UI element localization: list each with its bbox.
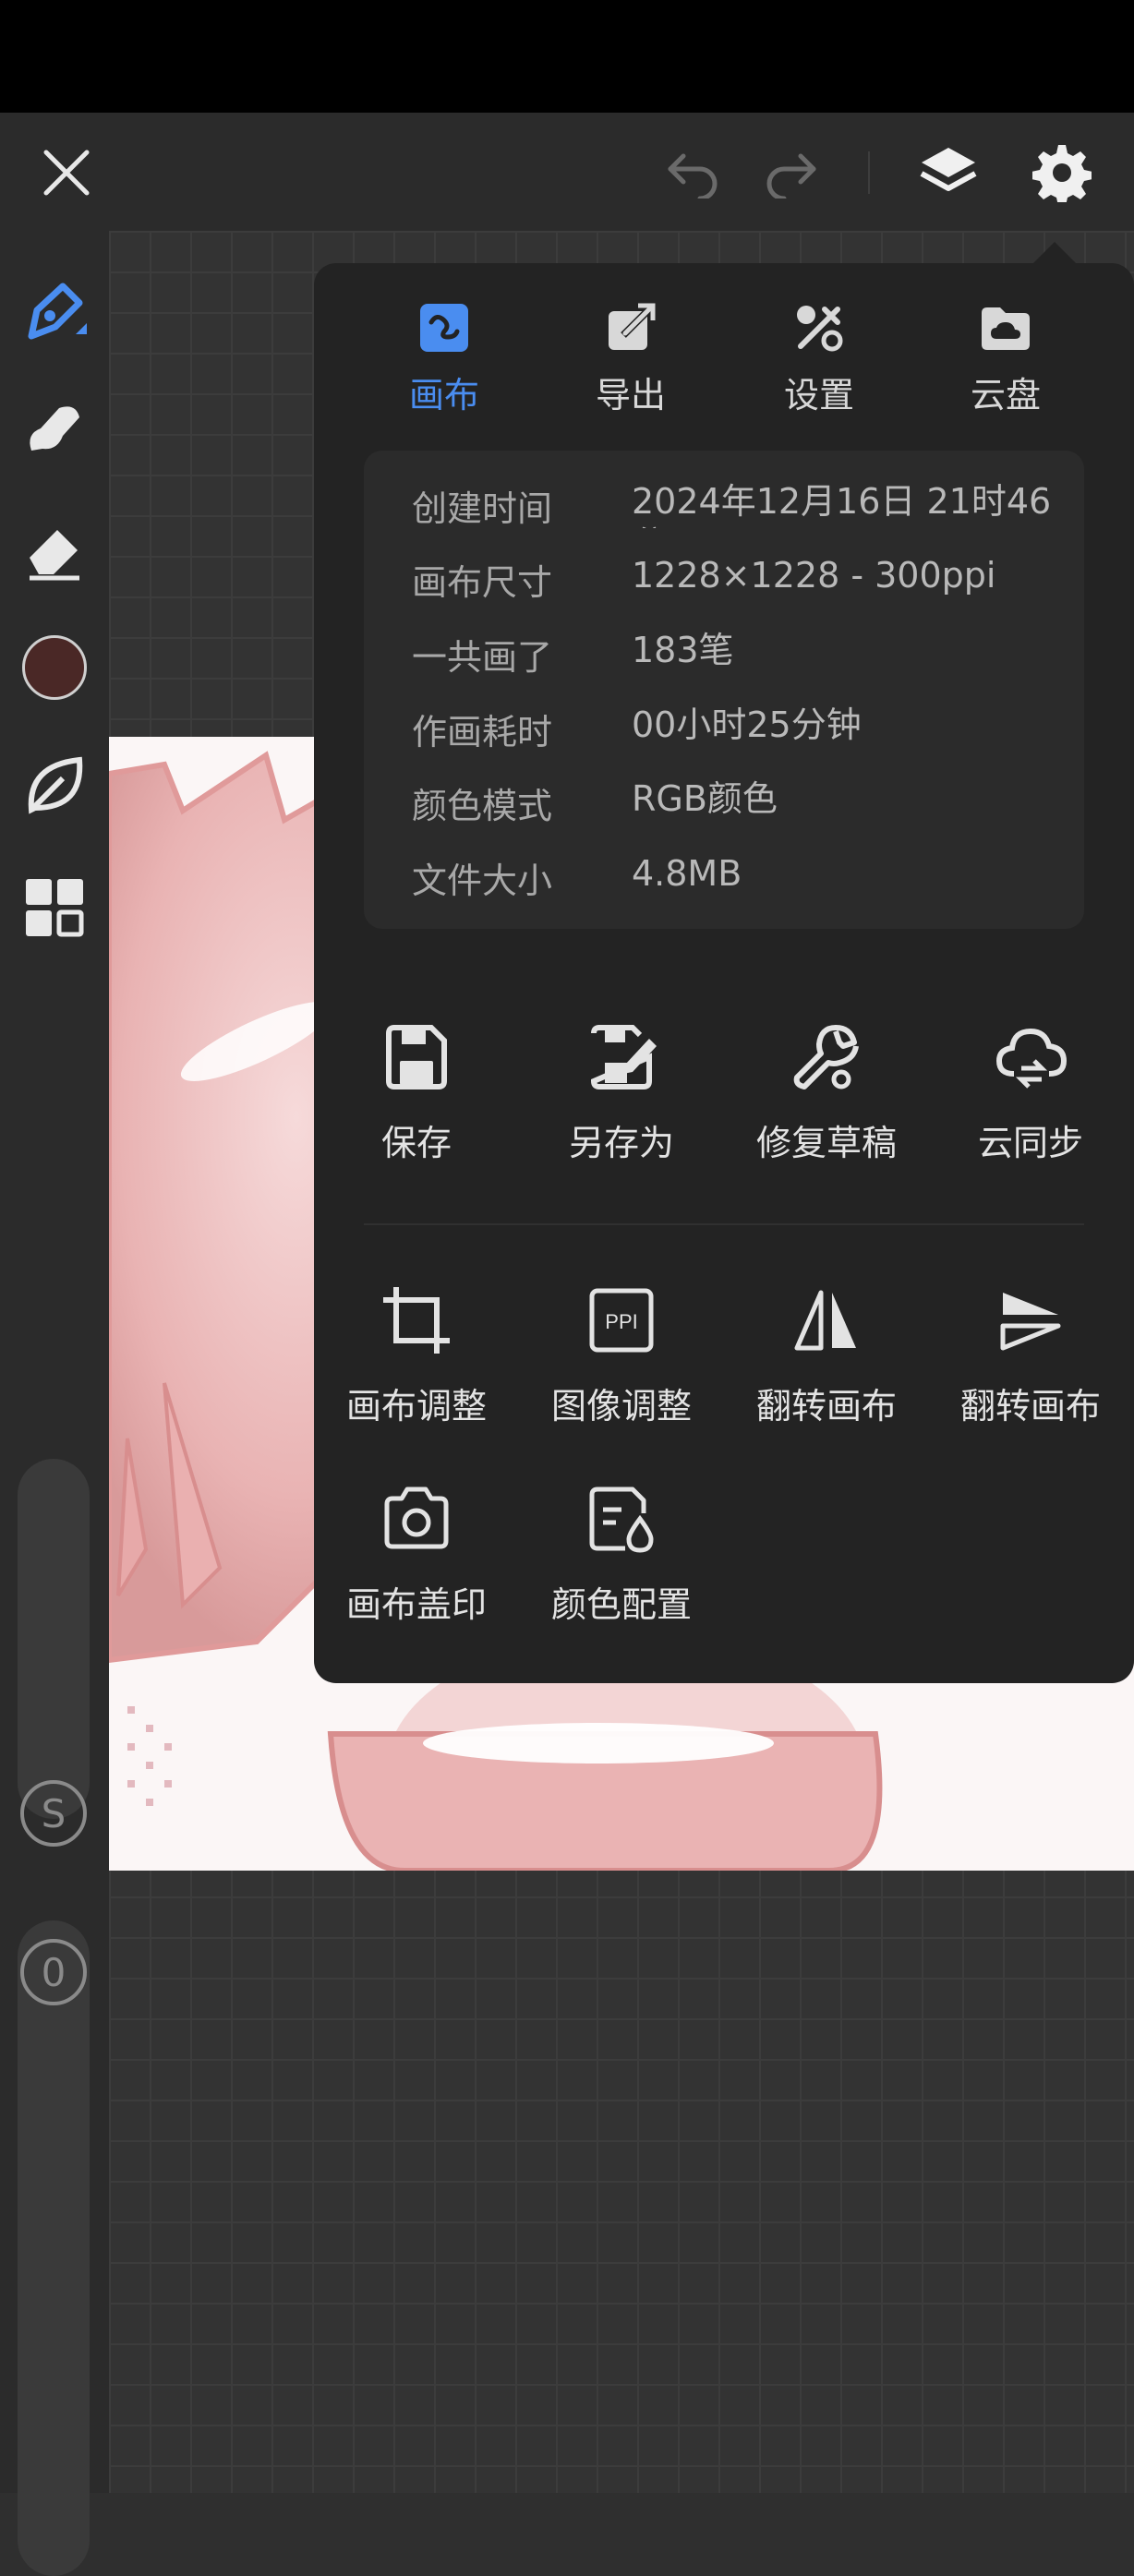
tab-settings[interactable]: 设置 [750, 300, 888, 420]
info-key-duration: 作画耗时 [412, 712, 553, 752]
info-key-color-mode: 颜色模式 [412, 786, 553, 826]
tab-cloud-drive[interactable]: 云盘 [936, 300, 1075, 420]
info-value-file-size: 4.8MB [632, 853, 742, 894]
canvas-stamp-label: 画布盖印 [345, 1584, 487, 1625]
save-as-button[interactable]: 另存为 [518, 1020, 725, 1165]
tab-export-label: 导出 [595, 375, 666, 415]
repair-draft-label: 修复草稿 [755, 1123, 897, 1163]
undo-icon[interactable] [660, 140, 725, 205]
settings-gear-icon[interactable] [1030, 140, 1094, 205]
cloud-drive-icon [978, 300, 1033, 355]
svg-text:PPI: PPI [605, 1310, 637, 1333]
color-profile-label: 颜色配置 [550, 1584, 692, 1625]
tab-canvas[interactable]: 画布 [375, 300, 513, 420]
layers-icon[interactable] [916, 140, 981, 205]
canvas-stamp-button[interactable]: 画布盖印 [313, 1482, 520, 1627]
top-toolbar [0, 113, 1134, 231]
popup-pointer [1032, 242, 1077, 264]
ppi-icon: PPI [585, 1283, 658, 1357]
info-row-file-size: 文件大小 4.8MB [412, 852, 1056, 908]
info-key-created: 创建时间 [412, 488, 553, 529]
export-icon [603, 300, 658, 355]
flip-canvas-horizontal-label: 翻转画布 [755, 1386, 897, 1426]
color-picker-swatch[interactable] [15, 628, 94, 707]
brush-size-indicator[interactable]: S [20, 1780, 87, 1847]
leaf-tool-icon[interactable] [15, 745, 94, 825]
eraser-tool-icon[interactable] [15, 510, 94, 589]
close-icon[interactable] [34, 140, 99, 205]
info-value-created: 2024年12月16日 21时46分 [632, 481, 1052, 528]
save-button[interactable]: 保存 [313, 1020, 520, 1165]
redo-icon[interactable] [759, 140, 824, 205]
canvas-adjust-button[interactable]: 画布调整 [313, 1283, 520, 1428]
brush-tool-icon[interactable] [15, 273, 94, 353]
gallery-grid-icon[interactable] [15, 868, 94, 947]
save-icon [380, 1020, 453, 1094]
cloud-sync-icon [994, 1020, 1068, 1094]
color-profile-icon [585, 1482, 658, 1556]
save-as-icon [585, 1020, 658, 1094]
repair-draft-button[interactable]: 修复草稿 [723, 1020, 930, 1165]
info-value-color-mode: RGB颜色 [632, 778, 778, 819]
flip-vertical-icon [994, 1283, 1068, 1357]
tab-cloud-drive-label: 云盘 [970, 375, 1041, 415]
info-key-strokes: 一共画了 [412, 637, 553, 678]
actions-divider [364, 1223, 1084, 1225]
camera-icon [380, 1482, 453, 1556]
tab-settings-label: 设置 [783, 375, 854, 415]
status-bar [0, 0, 1134, 113]
color-profile-button[interactable]: 颜色配置 [518, 1482, 725, 1627]
wrench-icon [790, 1020, 863, 1094]
cloud-sync-label: 云同步 [977, 1123, 1083, 1163]
opacity-indicator[interactable]: 0 [20, 1939, 87, 2005]
opacity-slider[interactable] [18, 1920, 90, 2576]
flip-canvas-vertical-label: 翻转画布 [959, 1386, 1101, 1426]
info-key-file-size: 文件大小 [412, 861, 553, 901]
info-row-size: 画布尺寸 1228×1228 - 300ppi [412, 554, 1056, 609]
info-row-created: 创建时间 2024年12月16日 21时46分 [412, 480, 1056, 536]
canvas-settings-popup: 画布 导出 设置 云盘 创建时间 2024年12月16日 21时46分 画布尺寸… [314, 263, 1134, 1683]
cloud-sync-button[interactable]: 云同步 [927, 1020, 1134, 1165]
save-as-label: 另存为 [568, 1123, 674, 1163]
current-color-swatch [22, 635, 87, 700]
image-adjust-label: 图像调整 [550, 1386, 692, 1426]
image-adjust-button[interactable]: PPI 图像调整 [518, 1283, 725, 1428]
brush-size-slider[interactable] [18, 1459, 90, 1819]
toolbar-divider [868, 151, 870, 194]
canvas-info-box: 创建时间 2024年12月16日 21时46分 画布尺寸 1228×1228 -… [364, 451, 1084, 929]
info-row-strokes: 一共画了 183笔 [412, 629, 1056, 684]
smudge-tool-icon[interactable] [15, 390, 94, 469]
canvas-icon [416, 300, 472, 355]
save-label: 保存 [380, 1123, 452, 1163]
tab-canvas-label: 画布 [408, 375, 479, 415]
settings-tools-icon [791, 300, 847, 355]
flip-canvas-vertical-button[interactable]: 翻转画布 [927, 1283, 1134, 1428]
info-row-color-mode: 颜色模式 RGB颜色 [412, 777, 1056, 833]
info-row-duration: 作画耗时 00小时25分钟 [412, 704, 1056, 759]
info-value-size: 1228×1228 - 300ppi [632, 555, 996, 596]
info-value-duration: 00小时25分钟 [632, 704, 862, 745]
left-toolbar: S 0 [0, 231, 109, 2576]
tab-export[interactable]: 导出 [561, 300, 700, 420]
info-key-size: 画布尺寸 [412, 562, 553, 603]
crop-icon [380, 1283, 453, 1357]
canvas-adjust-label: 画布调整 [345, 1386, 487, 1426]
info-value-strokes: 183笔 [632, 630, 734, 670]
flip-horizontal-icon [790, 1283, 863, 1357]
flip-canvas-horizontal-button[interactable]: 翻转画布 [723, 1283, 930, 1428]
